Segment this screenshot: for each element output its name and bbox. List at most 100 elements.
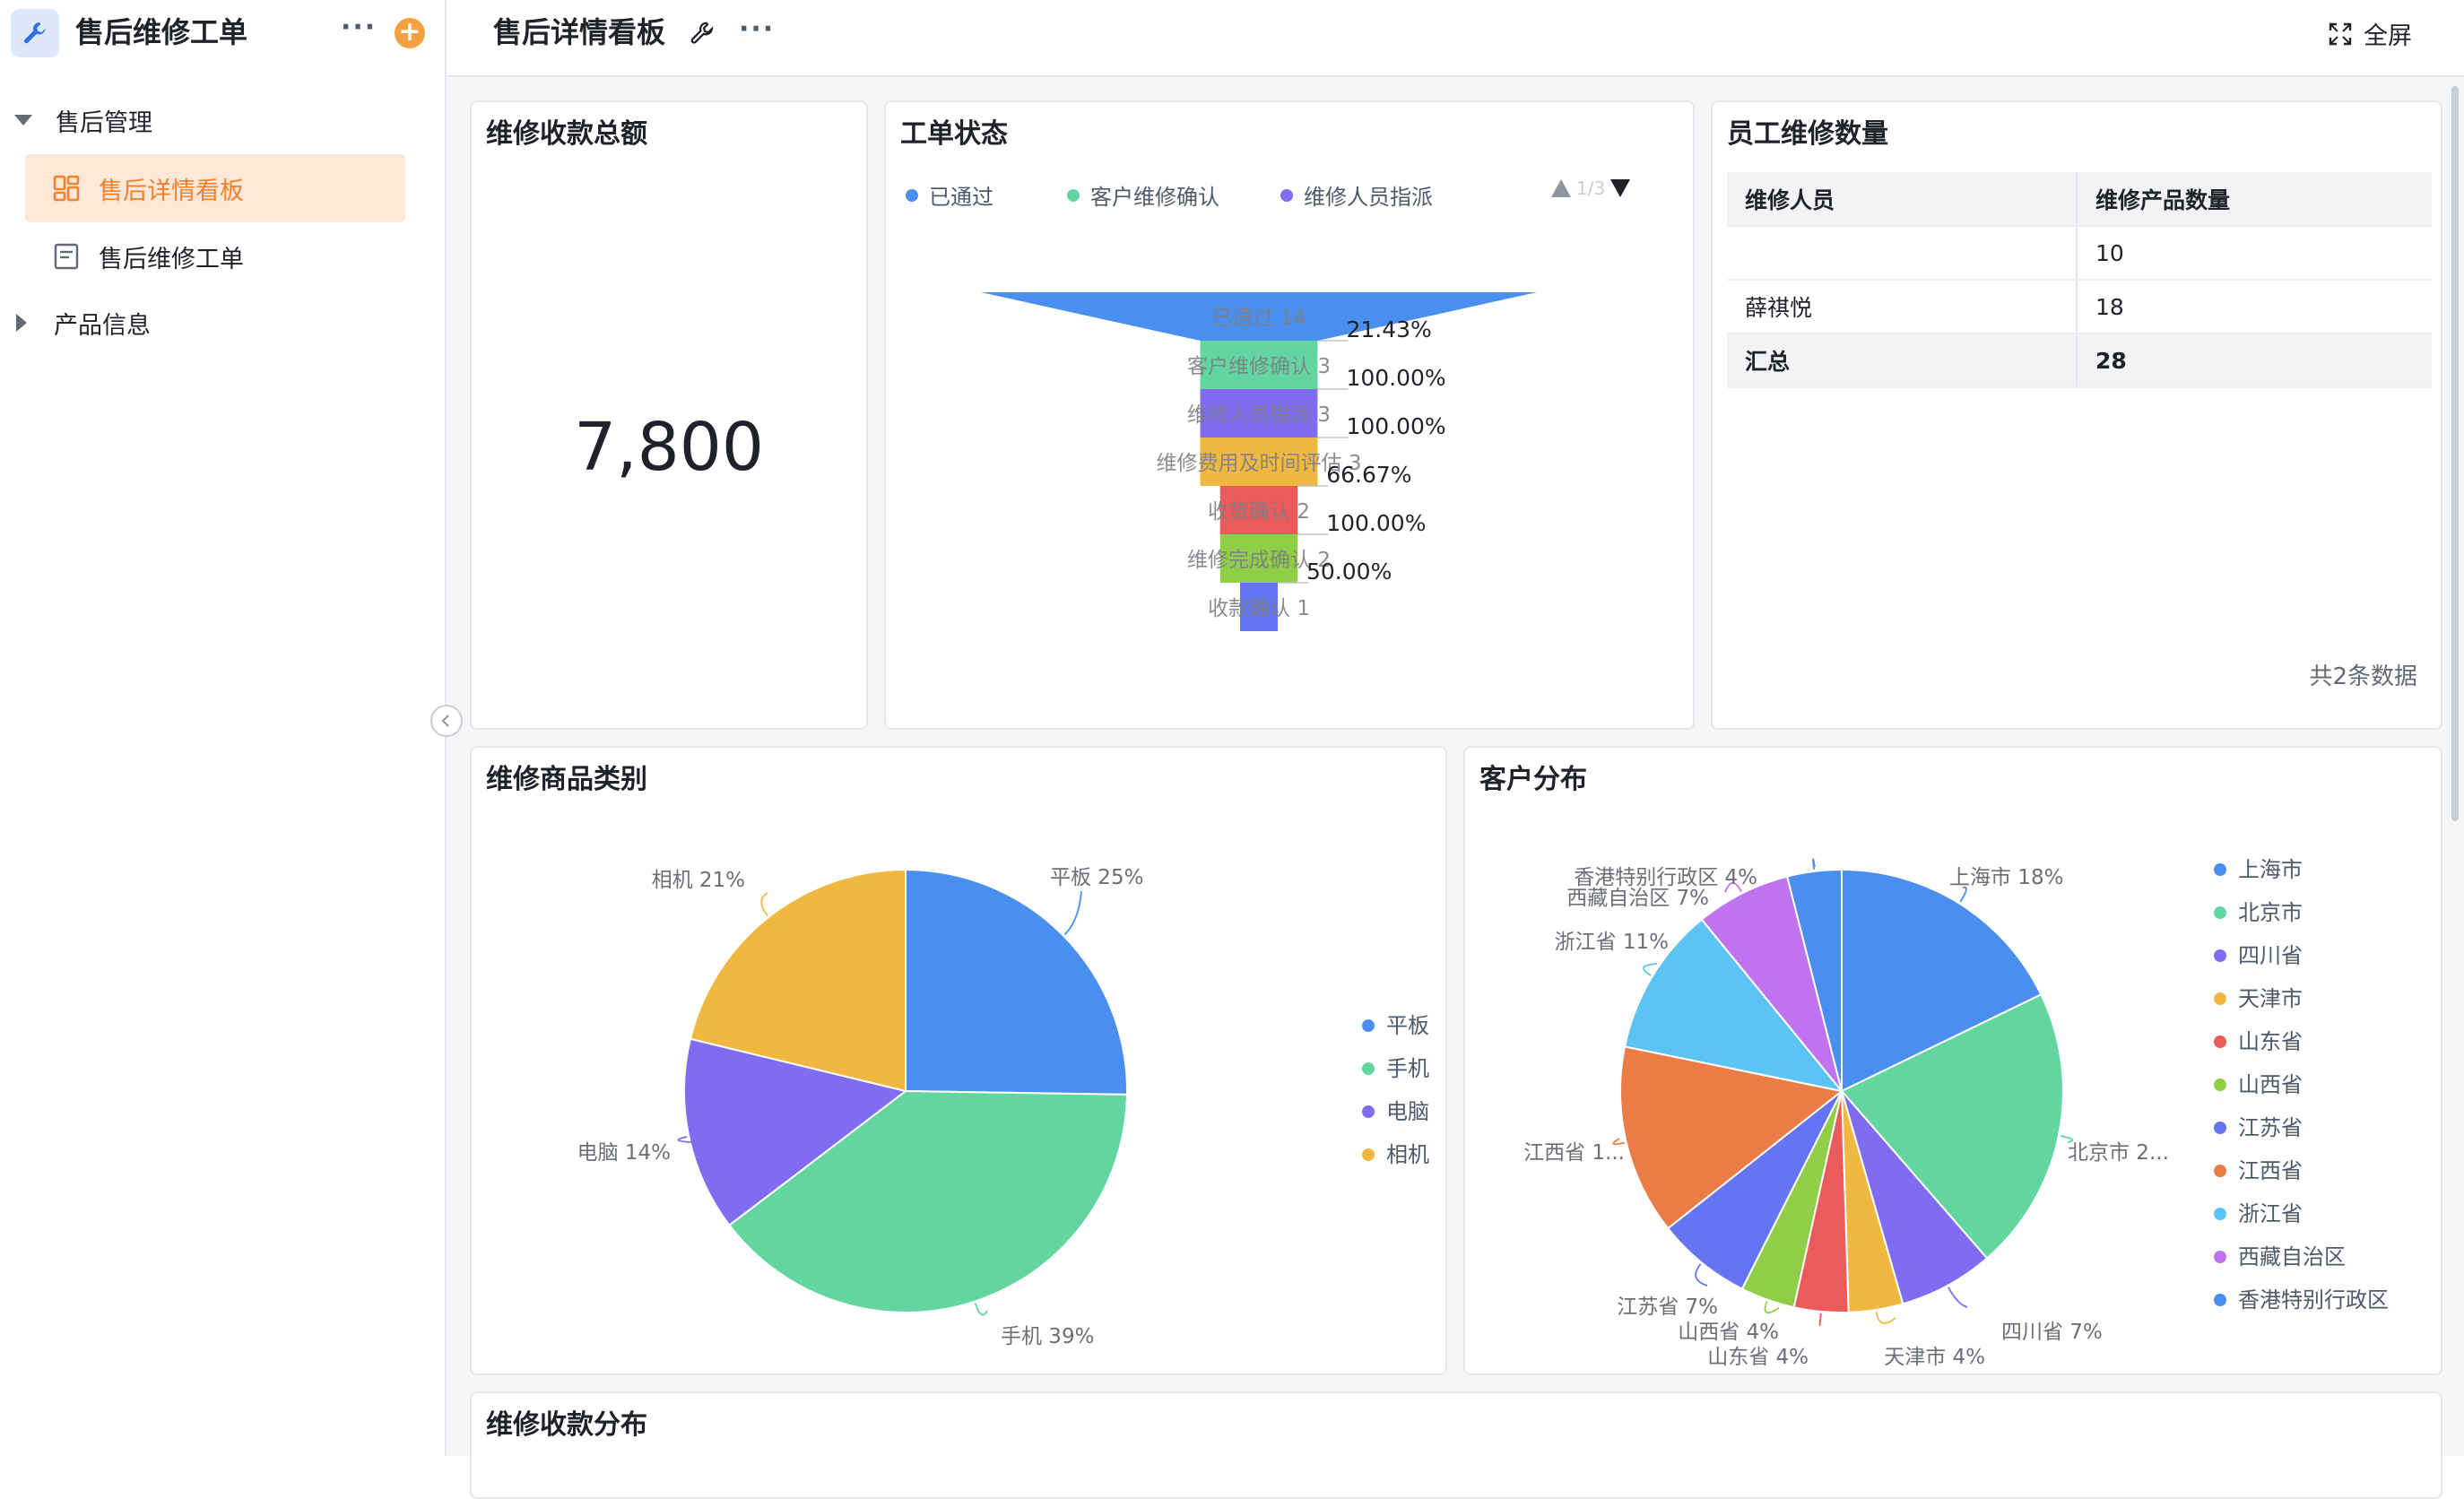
legend-label[interactable]: 山西省 <box>2238 1072 2303 1097</box>
conversion-rate-label: 66.67% <box>1326 462 1411 488</box>
pie-slice-label: 江西省 1... <box>1523 1141 1625 1165</box>
app-header: 售后维修工单 ··· + <box>0 0 447 65</box>
page-more-button[interactable]: ··· <box>739 16 775 43</box>
pie-slice-label: 上海市 18% <box>1949 866 2063 889</box>
legend-dot[interactable] <box>2214 1208 2226 1220</box>
legend-dot[interactable] <box>2214 863 2226 876</box>
pie-slice-label: 山东省 4% <box>1707 1346 1809 1369</box>
card-title: 员工维修数量 <box>1727 118 1888 150</box>
wrench-icon[interactable] <box>689 20 716 47</box>
legend-label[interactable]: 上海市 <box>2238 857 2303 882</box>
table-total-row: 汇总 28 <box>1727 334 2432 388</box>
sidebar-item-label: 售后详情看板 <box>99 177 244 205</box>
conversion-rate-label: 100.00% <box>1326 510 1426 536</box>
pie-slice-label: 相机 21% <box>652 869 745 892</box>
conversion-rate-label: 21.43% <box>1346 316 1431 342</box>
legend-dot[interactable] <box>2214 1122 2226 1134</box>
chevron-left-icon <box>441 715 449 727</box>
pie-leader-line <box>1959 886 1967 903</box>
pie-leader-line <box>760 892 768 916</box>
fullscreen-button[interactable]: 全屏 <box>2328 16 2412 51</box>
legend-dot[interactable] <box>1362 1105 1375 1118</box>
legend-label[interactable]: 江苏省 <box>2238 1115 2303 1140</box>
funnel-stage-label: 客户维修确认 3 <box>1187 355 1331 378</box>
legend-dot[interactable] <box>1362 1019 1375 1032</box>
pie-leader-line <box>1063 890 1082 935</box>
legend-dot[interactable] <box>1362 1062 1375 1075</box>
fullscreen-icon <box>2329 22 2352 45</box>
app-title: 售后维修工单 <box>75 15 248 49</box>
legend-label[interactable]: 浙江省 <box>2238 1201 2303 1226</box>
legend-label[interactable]: 江西省 <box>2238 1158 2303 1183</box>
legend-label[interactable]: 西藏自治区 <box>2238 1244 2346 1269</box>
legend-dot[interactable] <box>2214 1165 2226 1177</box>
legend-dot[interactable] <box>2214 949 2226 962</box>
legend-label[interactable]: 手机 <box>1386 1056 1429 1081</box>
pie-leader-line <box>1818 1313 1822 1326</box>
conversion-rate-label: 50.00% <box>1306 559 1392 585</box>
pie-slice-label: 江苏省 7% <box>1617 1295 1718 1319</box>
funnel-stage-label: 收货确认 2 <box>1208 500 1310 524</box>
legend-label[interactable]: 电脑 <box>1386 1099 1429 1124</box>
tree-group-label: 产品信息 <box>54 311 151 340</box>
caret-down-icon <box>14 115 32 126</box>
column-header[interactable]: 维修人员 <box>1727 172 2078 227</box>
customer-pie-chart: 上海市 18% 上海市北京市 2... 北京市四川省 7% 四川省天津市 4% 天津市山… <box>1523 857 2389 1369</box>
pie-slice-label: 浙江省 11% <box>1555 931 1669 954</box>
pie-slice[interactable] <box>905 868 1128 1096</box>
collapse-sidebar-button[interactable] <box>430 705 463 737</box>
sidebar: 售后维修工单 ··· + 售后管理 售后详情看板 售后维修工单 产品信息 <box>0 0 447 1456</box>
pie-slice-label: 山西省 4% <box>1678 1321 1779 1344</box>
table-cell: 18 <box>2077 280 2432 334</box>
legend-label[interactable]: 香港特别行政区 <box>2238 1287 2389 1313</box>
page-title: 售后详情看板 <box>493 15 666 49</box>
card-customer-distribution: 客户分布 上海市 18% 上海市 北京市 2... 北京市 四川省 7% 四川省 天津市 4… <box>1463 746 2442 1375</box>
conversion-rate-label: 100.00% <box>1346 365 1445 391</box>
pie-slice-label: 手机 39% <box>1001 1325 1094 1348</box>
table-cell: 10 <box>2077 226 2432 281</box>
dashboard-icon <box>53 175 80 202</box>
sidebar-item-dashboard[interactable]: 售后详情看板 <box>25 154 405 222</box>
card-title: 维修收款分布 <box>486 1409 647 1441</box>
sidebar-item-label: 售后维修工单 <box>99 245 244 273</box>
legend-dot[interactable] <box>2214 1294 2226 1306</box>
vertical-scrollbar[interactable] <box>2451 86 2459 821</box>
card-payment-distribution: 维修收款分布 <box>470 1391 2442 1499</box>
funnel-stage-label: 维修人员指派 3 <box>1187 403 1331 427</box>
total-amount-value: 7,800 <box>574 409 764 486</box>
legend-dot[interactable] <box>2214 1035 2226 1048</box>
legend-label[interactable]: 天津市 <box>2238 986 2303 1011</box>
legend-label[interactable]: 北京市 <box>2238 900 2303 925</box>
table-cell: 28 <box>2077 334 2432 388</box>
tree-group-product-info[interactable]: 产品信息 <box>16 296 151 350</box>
table-row[interactable]: 薛祺悦 18 <box>1727 280 2432 334</box>
card-employee-count: 员工维修数量 维修人员 维修产品数量 10 薛祺悦 18 汇总 28 共2条数据 <box>1711 100 2442 730</box>
legend-dot[interactable] <box>2214 1079 2226 1091</box>
funnel-stage-label: 收款确认 1 <box>1208 597 1310 620</box>
legend-label[interactable]: 平板 <box>1386 1013 1429 1038</box>
table-row[interactable]: 10 <box>1727 226 2432 281</box>
pie-slice-label: 香港特别行政区 4% <box>1574 866 1757 889</box>
funnel-stage-label: 已通过 14 <box>1211 307 1306 330</box>
pie-slice-label: 平板 25% <box>1050 866 1143 889</box>
legend-dot[interactable] <box>2214 992 2226 1005</box>
tree-group-after-sales[interactable]: 售后管理 <box>14 93 152 147</box>
legend-dot[interactable] <box>1362 1148 1375 1161</box>
conversion-rate-label: 100.00% <box>1346 413 1445 439</box>
table-header-row: 维修人员 维修产品数量 <box>1727 172 2432 227</box>
pie-leader-line <box>1948 1287 1968 1308</box>
add-button[interactable]: + <box>395 18 425 48</box>
legend-label[interactable]: 山东省 <box>2238 1029 2303 1054</box>
legend-dot[interactable] <box>2214 906 2226 919</box>
pie-slice-label: 天津市 4% <box>1884 1346 1985 1369</box>
app-more-button[interactable]: ··· <box>341 14 377 41</box>
table-cell <box>1727 226 2078 281</box>
sidebar-item-work-orders[interactable]: 售后维修工单 <box>25 222 405 290</box>
form-icon <box>54 243 79 270</box>
legend-label[interactable]: 相机 <box>1386 1142 1429 1167</box>
column-header[interactable]: 维修产品数量 <box>2077 172 2432 227</box>
pie-slice-label: 北京市 2... <box>2068 1141 2169 1165</box>
pie-slice-label: 四川省 7% <box>2001 1321 2103 1344</box>
legend-dot[interactable] <box>2214 1251 2226 1263</box>
legend-label[interactable]: 四川省 <box>2238 943 2303 968</box>
